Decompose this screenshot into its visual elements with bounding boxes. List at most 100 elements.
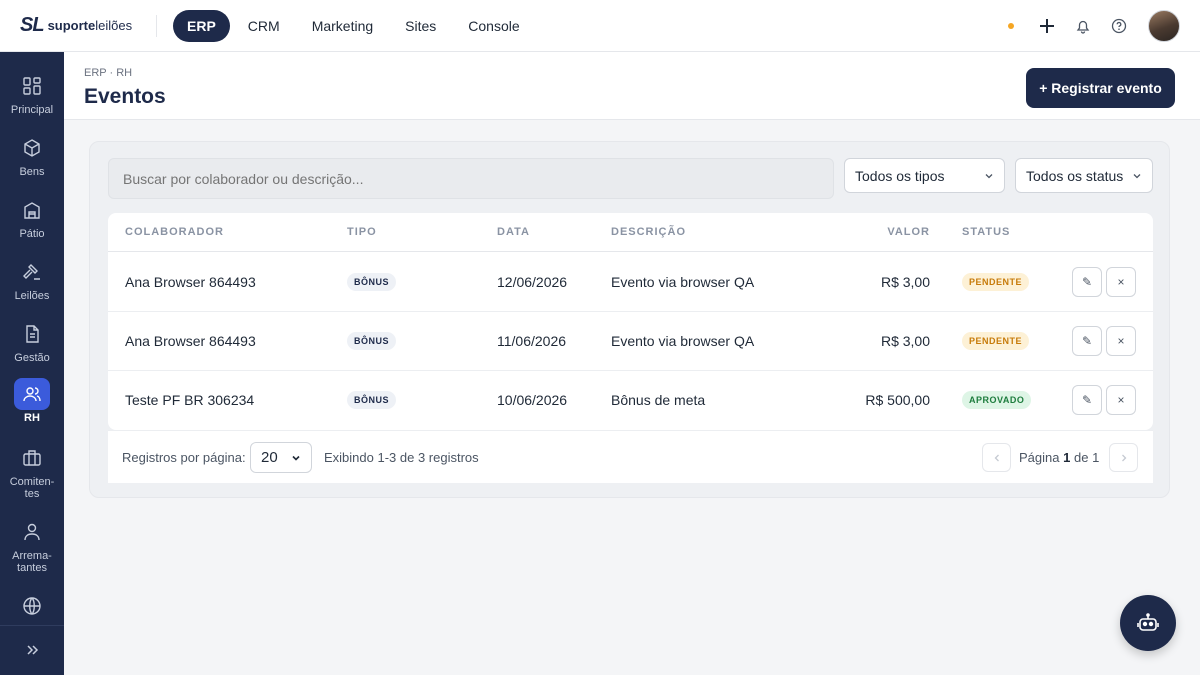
notice-dot xyxy=(1008,23,1014,29)
plus-icon[interactable] xyxy=(1036,15,1058,37)
sidebar-label: Gestão xyxy=(14,352,50,364)
table-row[interactable]: Ana Browser 864493 BÔNUS 11/06/2026 Even… xyxy=(108,312,1153,371)
topnav-marketing[interactable]: Marketing xyxy=(298,10,387,42)
type-badge: BÔNUS xyxy=(347,391,397,409)
top-nav: ERP CRM Marketing Sites Console xyxy=(173,9,534,42)
sidebar-item-patio[interactable]: Pátio xyxy=(0,194,64,240)
delete-button[interactable]: × xyxy=(1106,385,1136,415)
topnav-sites[interactable]: Sites xyxy=(391,10,450,42)
sidebar-item-gestao[interactable]: Gestão xyxy=(0,318,64,364)
cell-descricao: Evento via browser QA xyxy=(611,274,755,290)
cell-valor: R$ 500,00 xyxy=(865,392,930,408)
delete-button[interactable]: × xyxy=(1106,326,1136,356)
sidebar-expand-button[interactable] xyxy=(0,634,64,666)
cell-colaborador: Ana Browser 864493 xyxy=(125,333,256,349)
robot-icon xyxy=(1137,613,1159,631)
register-event-button[interactable]: + Registrar evento xyxy=(1026,68,1175,108)
chevron-left-icon xyxy=(994,454,999,461)
events-card: Todos os tipos Todos os status COLABORAD… xyxy=(89,141,1170,498)
type-badge: BÔNUS xyxy=(347,332,397,350)
box-icon xyxy=(14,132,50,164)
page-header: ERP · RH Eventos + Registrar evento xyxy=(64,52,1200,120)
sidebar: Principal Bens Pátio Leilões Gestão RH C… xyxy=(0,52,64,675)
sidebar-item-principal[interactable]: Principal xyxy=(0,70,64,116)
sidebar-label: Comiten-tes xyxy=(9,476,55,500)
users-icon xyxy=(14,378,50,410)
brand-mark: SL xyxy=(20,14,45,36)
column-header-valor[interactable]: VALOR xyxy=(887,226,930,238)
column-header-tipo[interactable]: TIPO xyxy=(347,226,377,238)
assistant-bot-button[interactable] xyxy=(1120,595,1176,651)
help-icon[interactable] xyxy=(1108,15,1130,37)
column-header-status[interactable]: STATUS xyxy=(962,226,1010,238)
brand-name: suporteleilões xyxy=(47,18,133,33)
cell-descricao: Bônus de meta xyxy=(611,392,706,408)
cell-colaborador: Ana Browser 864493 xyxy=(125,274,256,290)
sidebar-label: Bens xyxy=(19,166,45,178)
warehouse-icon xyxy=(14,194,50,226)
sidebar-label: Principal xyxy=(10,104,54,116)
cell-valor: R$ 3,00 xyxy=(880,274,930,290)
chevron-down-icon xyxy=(985,173,993,178)
per-page-label: Registros por página: xyxy=(122,450,246,465)
bell-icon[interactable] xyxy=(1072,15,1094,37)
type-filter-value: Todos os tipos xyxy=(855,167,945,184)
user-icon xyxy=(14,516,50,548)
sidebar-item-sites[interactable] xyxy=(0,590,64,622)
chevron-down-icon xyxy=(1133,173,1141,178)
edit-button[interactable]: ✎ xyxy=(1072,267,1102,297)
brand-logo[interactable]: SL suporteleilões xyxy=(0,0,156,51)
document-icon xyxy=(14,318,50,350)
table-header: COLABORADOR TIPO DATA DESCRIÇÃO VALOR ST… xyxy=(108,213,1153,252)
chevron-down-icon xyxy=(292,455,300,461)
sidebar-label: Pátio xyxy=(19,228,45,240)
double-chevron-right-icon xyxy=(14,634,50,666)
delete-button[interactable]: × xyxy=(1106,267,1136,297)
per-page-select[interactable]: 20 xyxy=(250,442,312,473)
edit-button[interactable]: ✎ xyxy=(1072,385,1102,415)
user-avatar[interactable] xyxy=(1148,10,1180,42)
topnav-crm[interactable]: CRM xyxy=(234,10,294,42)
search-input[interactable] xyxy=(108,158,834,199)
page-indicator: Página 1 de 1 xyxy=(1019,450,1100,465)
edit-button[interactable]: ✎ xyxy=(1072,326,1102,356)
per-page-value: 20 xyxy=(261,449,278,466)
table-row[interactable]: Teste PF BR 306234 BÔNUS 10/06/2026 Bônu… xyxy=(108,371,1153,430)
top-bar: SL suporteleilões ERP CRM Marketing Site… xyxy=(0,0,1200,52)
sidebar-label: RH xyxy=(24,412,40,424)
topnav-erp[interactable]: ERP xyxy=(173,9,230,42)
table-row[interactable]: Ana Browser 864493 BÔNUS 12/06/2026 Even… xyxy=(108,253,1153,312)
globe-icon xyxy=(14,590,50,622)
cell-data: 10/06/2026 xyxy=(497,392,568,408)
next-page-button[interactable] xyxy=(1109,443,1138,472)
logo-divider xyxy=(156,14,157,37)
records-info: Exibindo 1-3 de 3 registros xyxy=(324,450,479,465)
sidebar-item-rh[interactable]: RH xyxy=(0,378,64,424)
topnav-console[interactable]: Console xyxy=(454,10,533,42)
sidebar-item-comitentes[interactable]: Comiten-tes xyxy=(0,442,64,500)
cell-data: 12/06/2026 xyxy=(497,274,568,290)
column-header-data[interactable]: DATA xyxy=(497,226,530,238)
sidebar-item-leiloes[interactable]: Leilões xyxy=(0,256,64,302)
sidebar-item-arrematantes[interactable]: Arrema-tantes xyxy=(0,516,64,574)
sidebar-item-bens[interactable]: Bens xyxy=(0,132,64,178)
column-header-colaborador[interactable]: COLABORADOR xyxy=(125,226,224,238)
status-filter-value: Todos os status xyxy=(1026,167,1124,184)
status-badge: PENDENTE xyxy=(962,332,1030,350)
type-badge: BÔNUS xyxy=(347,273,397,291)
prev-page-button[interactable] xyxy=(982,443,1011,472)
cell-valor: R$ 3,00 xyxy=(880,333,930,349)
column-header-descricao[interactable]: DESCRIÇÃO xyxy=(611,226,686,238)
grid-icon xyxy=(14,70,50,102)
status-badge: APROVADO xyxy=(962,391,1032,409)
sidebar-label: Leilões xyxy=(14,290,50,302)
briefcase-icon xyxy=(14,442,50,474)
top-actions xyxy=(1008,10,1180,42)
cell-descricao: Evento via browser QA xyxy=(611,333,755,349)
cell-data: 11/06/2026 xyxy=(497,333,567,349)
events-table: COLABORADOR TIPO DATA DESCRIÇÃO VALOR ST… xyxy=(108,213,1153,430)
status-badge: PENDENTE xyxy=(962,273,1030,291)
status-filter-select[interactable]: Todos os status xyxy=(1015,158,1153,193)
type-filter-select[interactable]: Todos os tipos xyxy=(844,158,1005,193)
gavel-icon xyxy=(14,256,50,288)
